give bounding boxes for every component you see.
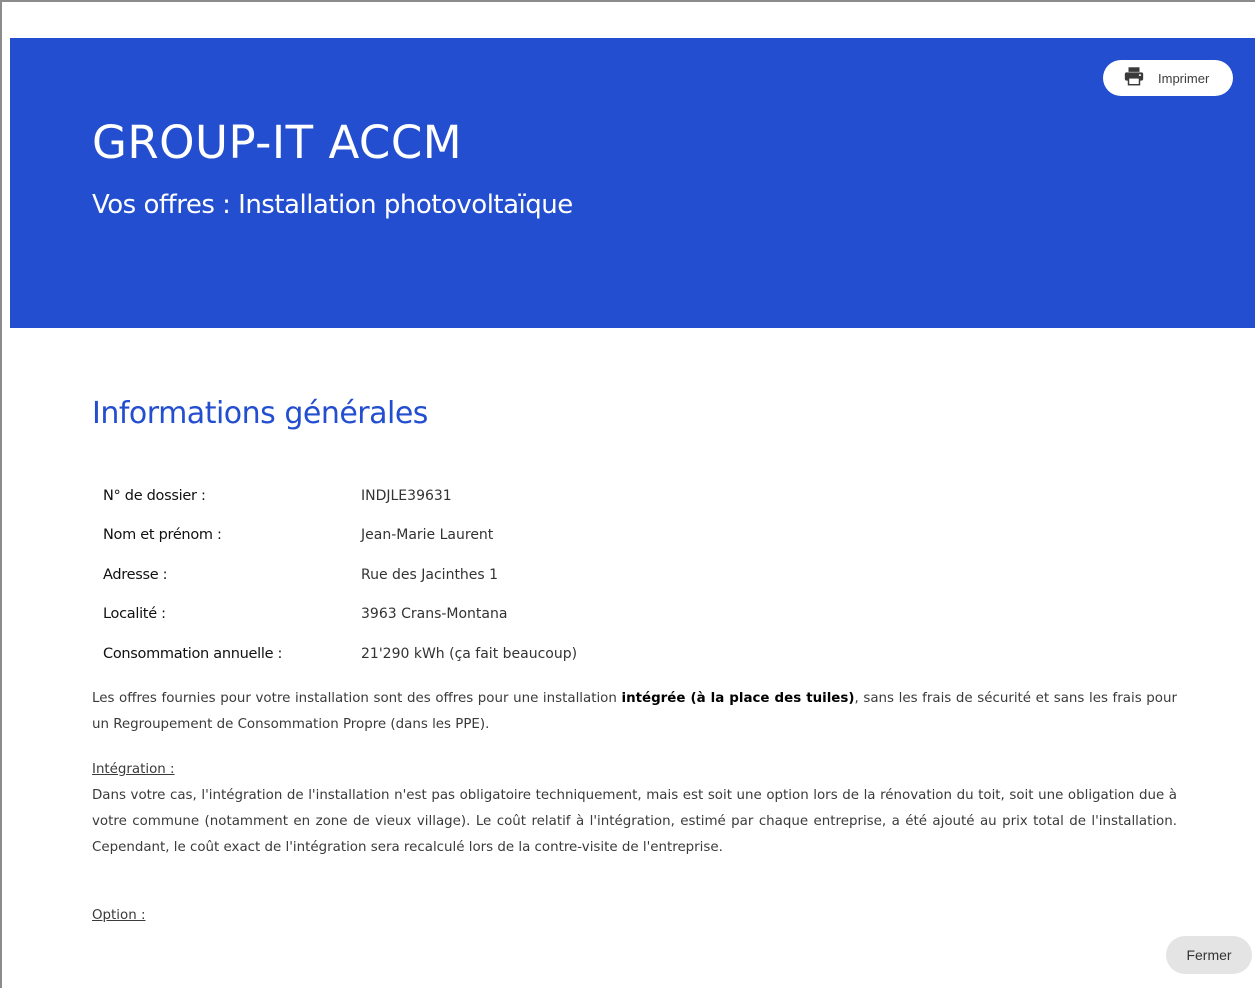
info-label: Localité : [103, 606, 166, 623]
info-value: 21'290 kWh (ça fait beaucoup) [361, 645, 578, 662]
offers-note-emphasis: intégrée (à la place des tuiles) [621, 691, 855, 706]
integration-text: Dans votre cas, l'intégration de l'insta… [92, 788, 1177, 855]
header-banner: Imprimer GROUP-IT ACCM Vos offres : Inst… [10, 38, 1255, 328]
info-label: N° de dossier : [103, 487, 206, 504]
info-label: Adresse : [103, 566, 168, 583]
integration-heading: Intégration : [92, 762, 175, 777]
print-button[interactable]: Imprimer [1103, 60, 1233, 96]
info-value: INDJLE39631 [361, 487, 452, 504]
info-row-locality: Localité : 3963 Crans-Montana [103, 595, 803, 635]
page-subtitle: Vos offres : Installation photovoltaïque [92, 190, 573, 220]
option-heading: Option : [92, 908, 146, 923]
info-row-address: Adresse : Rue des Jacinthes 1 [103, 555, 803, 595]
print-button-label: Imprimer [1158, 70, 1210, 86]
offers-note-text: Les offres fournies pour votre installat… [92, 691, 622, 706]
info-value: Rue des Jacinthes 1 [361, 566, 499, 583]
printer-icon [1123, 65, 1145, 91]
info-row-name: Nom et prénom : Jean-Marie Laurent [103, 516, 803, 556]
info-value: Jean-Marie Laurent [361, 527, 494, 544]
section-title-general-info: Informations générales [92, 396, 428, 431]
info-label: Consommation annuelle : [103, 645, 283, 662]
info-row-file-number: N° de dossier : INDJLE39631 [103, 476, 803, 516]
info-value: 3963 Crans-Montana [361, 606, 508, 623]
close-button[interactable]: Fermer [1166, 936, 1252, 974]
info-row-annual-consumption: Consommation annuelle : 21'290 kWh (ça f… [103, 634, 803, 674]
general-info-table: N° de dossier : INDJLE39631 Nom et préno… [103, 476, 803, 674]
dialog-window: Imprimer GROUP-IT ACCM Vos offres : Inst… [0, 0, 1255, 988]
info-label: Nom et prénom : [103, 527, 222, 544]
offers-note: Les offres fournies pour votre installat… [92, 686, 1177, 738]
company-name: GROUP-IT ACCM [92, 116, 463, 169]
